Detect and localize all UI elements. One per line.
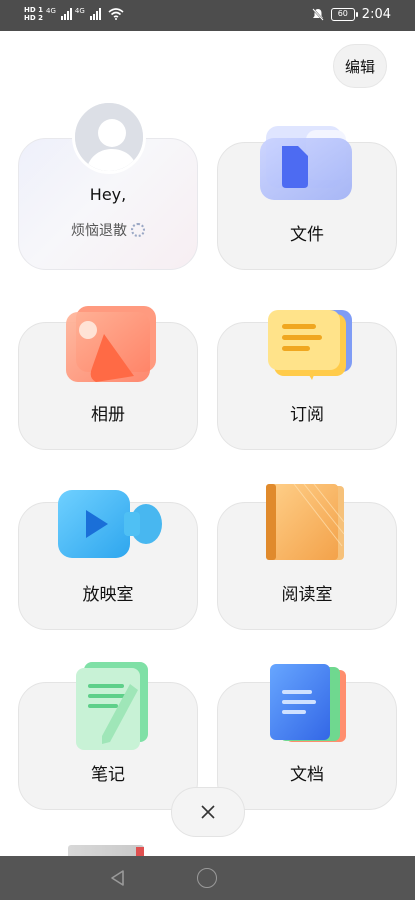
- net1-label: 4G: [45, 7, 56, 15]
- video-camera-icon: [58, 490, 162, 558]
- clock: 2:04: [361, 7, 391, 22]
- card-subscribe-label: 订阅: [290, 405, 324, 425]
- sim1-label: HD 1: [24, 6, 43, 14]
- bell-muted-icon: [312, 8, 324, 21]
- folder-icon: [260, 126, 352, 200]
- card-reading-label: 阅读室: [281, 585, 333, 605]
- nickname: 烦恼退散: [71, 223, 127, 239]
- avatar[interactable]: [72, 100, 146, 174]
- edit-label: 编辑: [344, 57, 375, 76]
- net2-label: 4G: [74, 7, 85, 15]
- battery-icon: 60: [330, 8, 358, 21]
- home-icon[interactable]: [197, 868, 217, 888]
- status-bar: HD 1 HD 2 4G 4G 60 2:04: [0, 0, 415, 31]
- notes-icon: [76, 662, 148, 750]
- card-docs-label: 文档: [290, 765, 324, 785]
- signal-1-icon: [60, 8, 72, 20]
- card-notes-label: 笔记: [91, 765, 125, 785]
- greeting: Hey,: [89, 185, 127, 204]
- card-theater-label: 放映室: [82, 585, 134, 605]
- back-icon[interactable]: [108, 868, 128, 888]
- wifi-icon: [108, 8, 124, 20]
- nickname-row: 烦恼退散: [18, 220, 198, 240]
- sim-indicators: HD 1 HD 2: [24, 6, 43, 22]
- nickname-badge-icon: [131, 223, 145, 237]
- documents-icon: [270, 664, 346, 742]
- card-album-label: 相册: [91, 405, 125, 425]
- card-files-label: 文件: [290, 225, 324, 245]
- battery-level: 60: [337, 9, 348, 18]
- edit-button[interactable]: 编辑: [333, 44, 387, 88]
- close-button[interactable]: [171, 787, 245, 837]
- navigation-bar: [0, 856, 415, 900]
- status-right: 60 2:04: [312, 7, 391, 22]
- subscribe-icon: [268, 310, 352, 380]
- signal-2-icon: [89, 8, 101, 20]
- book-icon: [266, 483, 345, 560]
- close-icon: [201, 805, 215, 819]
- status-left: HD 1 HD 2 4G 4G: [24, 6, 124, 22]
- photo-album-icon: [66, 306, 156, 382]
- sim2-label: HD 2: [24, 14, 43, 22]
